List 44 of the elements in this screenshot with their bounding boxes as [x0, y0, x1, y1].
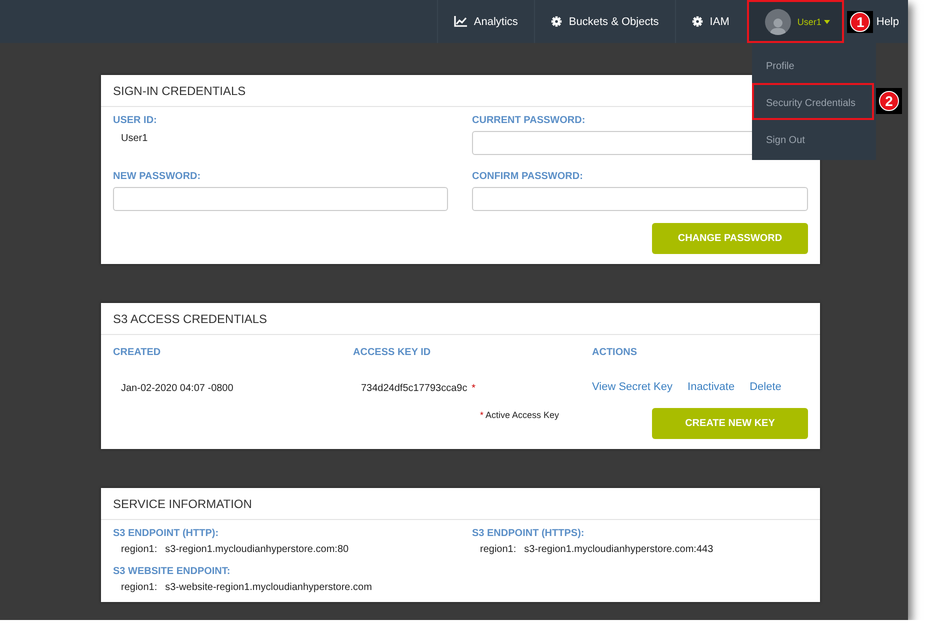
callout-badge: 1: [850, 12, 870, 32]
field-label: USER ID:: [113, 115, 158, 126]
gear-icon: [550, 16, 562, 27]
avatar-icon: [765, 8, 792, 34]
menu-item[interactable]: Profile: [752, 46, 874, 83]
endpoint-url: s3-region1.mycloudianhyperstore.com:443: [524, 544, 714, 555]
password-field[interactable]: [113, 187, 448, 211]
nav-link[interactable]: Analytics: [436, 0, 534, 43]
action-link[interactable]: View Secret Key: [592, 381, 673, 393]
created-date: Jan-02-2020 04:07 -0800: [121, 383, 234, 394]
active-key-note: * Active Access Key: [480, 410, 560, 420]
region-label: region1:: [121, 544, 158, 555]
menu-item[interactable]: Security Credentials: [752, 83, 874, 120]
card-title: S3 ACCESS CREDENTIALS: [113, 312, 268, 326]
active-marker: *: [472, 383, 476, 394]
column-header: ACTIONS: [592, 347, 638, 358]
field-label: NEW PASSWORD:: [113, 171, 202, 182]
gear-icon: [692, 16, 703, 27]
column-header: ACCESS KEY ID: [353, 347, 432, 358]
endpoint-url: s3-website-region1.mycloudianhyperstore.com: [165, 582, 372, 593]
region-label: region1:: [121, 582, 158, 593]
caret-icon: [824, 20, 830, 24]
access-key-id: 734d24df5c17793cca9c: [361, 383, 468, 394]
line-chart-icon: [454, 16, 467, 27]
region-label: region1:: [480, 544, 516, 555]
action-link[interactable]: Inactivate: [688, 381, 735, 393]
nav-link[interactable]: Buckets & Objects: [534, 0, 675, 43]
user-id-value: User1: [121, 133, 149, 144]
endpoint-label: S3 ENDPOINT (HTTP):: [113, 528, 220, 539]
endpoint-label: S3 ENDPOINT (HTTPS):: [472, 528, 586, 539]
user-menu-button[interactable]: User1: [747, 0, 844, 43]
callout-badge: 2: [879, 91, 899, 111]
password-field[interactable]: [472, 187, 808, 211]
endpoint-url: s3-region1.mycloudianhyperstore.com:80: [165, 544, 349, 555]
card-title: SIGN-IN CREDENTIALS: [113, 84, 246, 98]
menu-item[interactable]: Sign Out: [752, 120, 874, 157]
field-label: CONFIRM PASSWORD:: [472, 171, 584, 182]
endpoint-label: S3 WEBSITE ENDPOINT:: [113, 566, 232, 577]
action-link[interactable]: Delete: [750, 381, 782, 393]
help-link[interactable]: Help: [873, 16, 899, 28]
column-header: CREATED: [113, 347, 162, 358]
field-label: CURRENT PASSWORD:: [472, 115, 586, 126]
nav-link[interactable]: IAM: [674, 0, 746, 43]
card-title: SERVICE INFORMATION: [113, 496, 252, 510]
